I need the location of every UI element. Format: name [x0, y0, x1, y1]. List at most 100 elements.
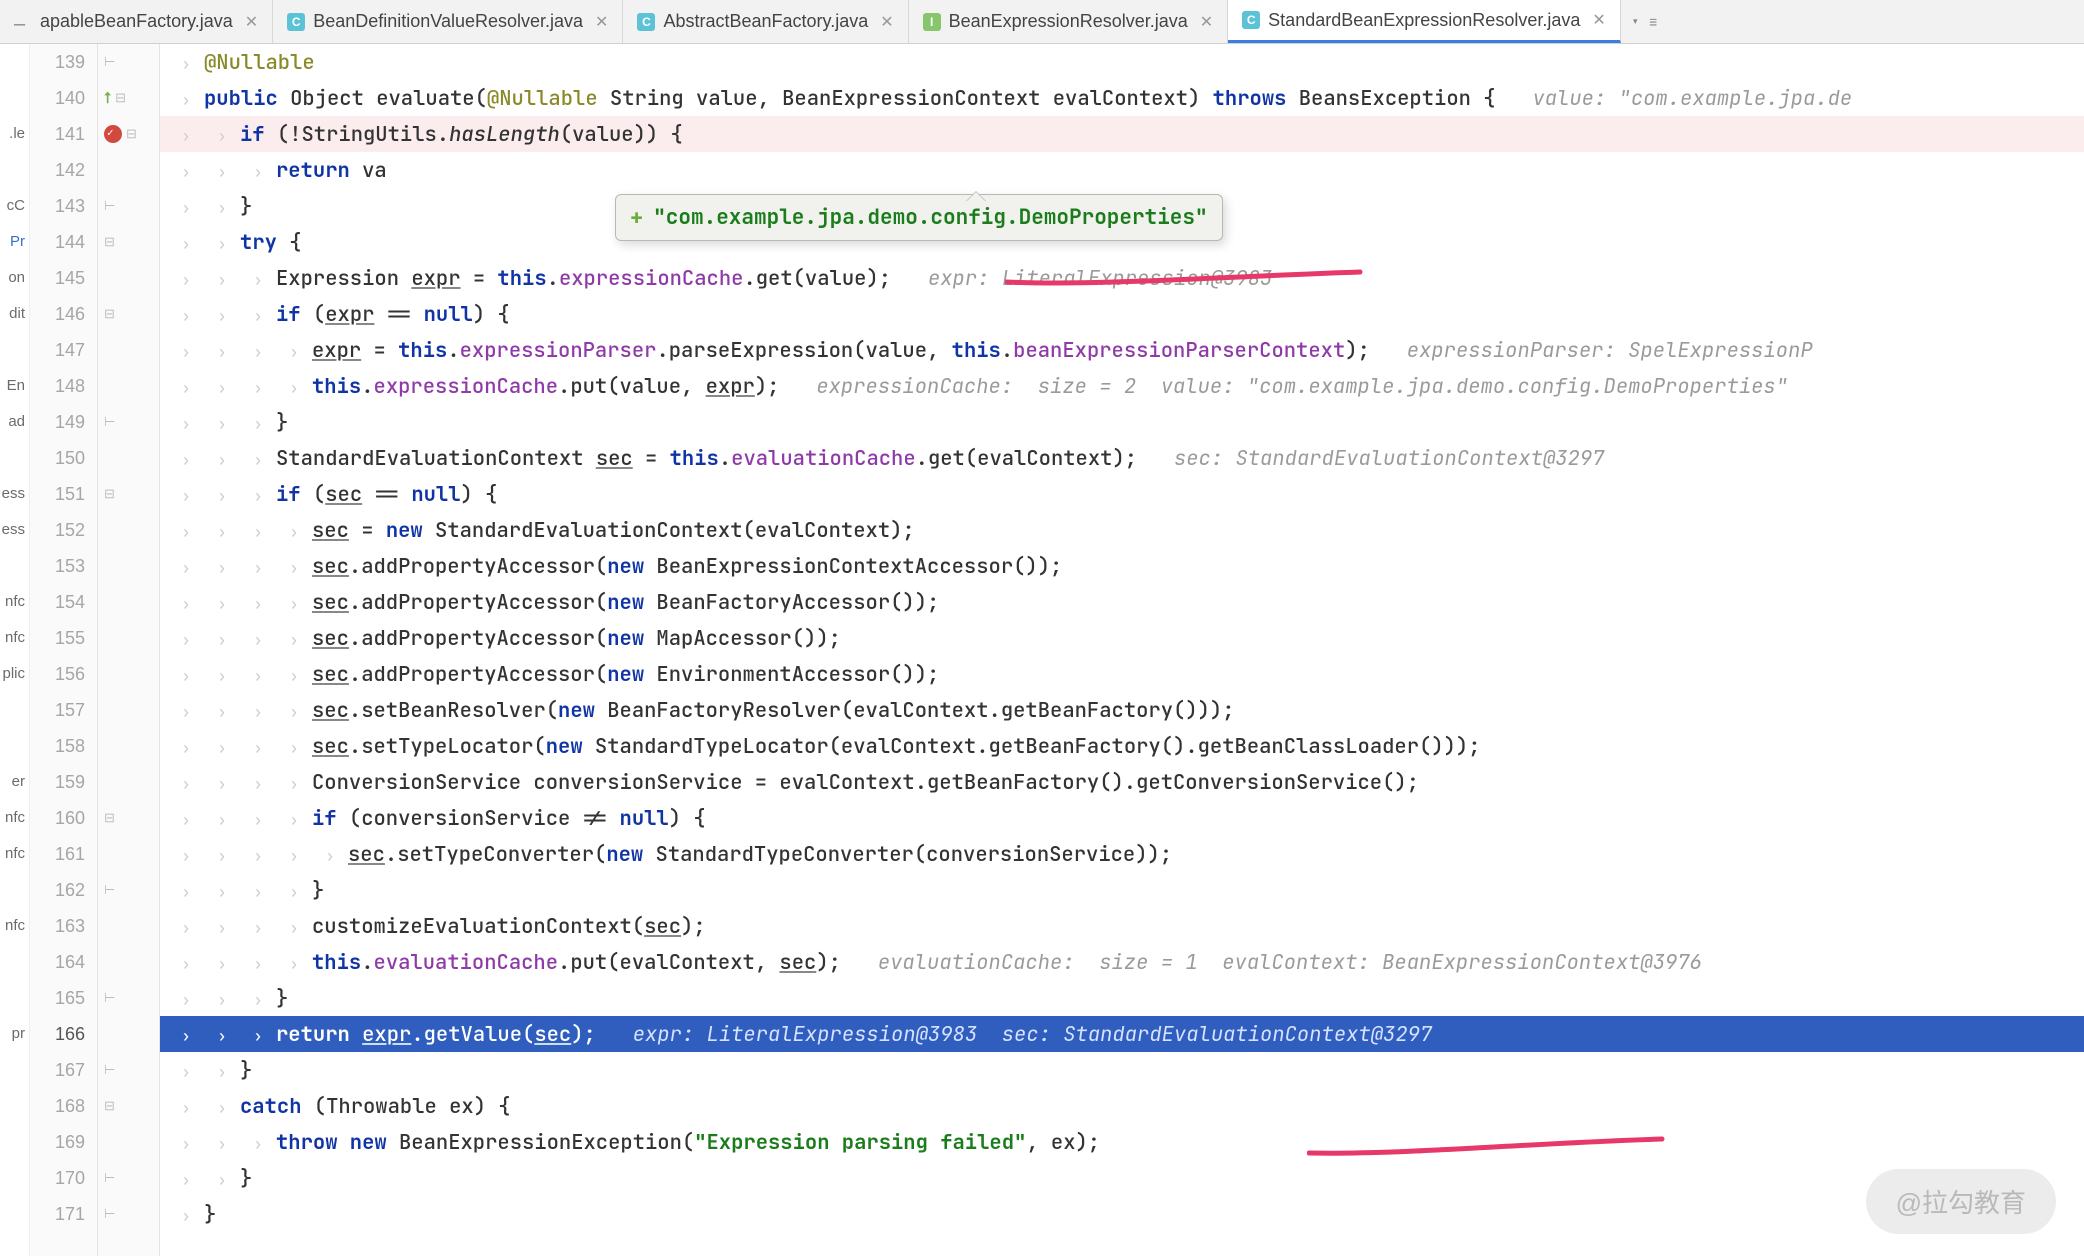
- fold-open-icon[interactable]: ⊟: [126, 126, 137, 142]
- line-number[interactable]: 142: [30, 152, 97, 188]
- line-number[interactable]: 170: [30, 1160, 97, 1196]
- expand-icon[interactable]: +: [630, 203, 643, 232]
- line-number[interactable]: 167: [30, 1052, 97, 1088]
- gutter-markers[interactable]: ⊟: [98, 116, 159, 152]
- code-line[interactable]: ›››return va: [160, 157, 387, 184]
- debug-value-tooltip[interactable]: + "com.example.jpa.demo.config.DemoPrope…: [615, 194, 1223, 241]
- close-icon[interactable]: ✕: [595, 12, 608, 32]
- code-line[interactable]: ›@Nullable: [160, 49, 315, 76]
- fold-open-icon[interactable]: ⊟: [104, 810, 115, 826]
- gutter-markers[interactable]: [98, 440, 159, 476]
- code-line[interactable]: ››}: [160, 193, 252, 220]
- code-line[interactable]: ›››}: [160, 985, 288, 1012]
- code-line[interactable]: ›››››sec.setTypeConverter(new StandardTy…: [160, 841, 1172, 868]
- code-line[interactable]: ››››expr = this.expressionParser.parseEx…: [160, 337, 1813, 364]
- code-line[interactable]: ›}: [160, 1201, 216, 1228]
- tab-abstractbeanfactory-java[interactable]: CAbstractBeanFactory.java✕: [623, 0, 908, 43]
- code-line[interactable]: ›››}: [160, 409, 288, 436]
- line-number[interactable]: 161: [30, 836, 97, 872]
- line-number[interactable]: 145: [30, 260, 97, 296]
- code-line[interactable]: ›››if (sec == null) {: [160, 481, 497, 508]
- gutter-markers[interactable]: ⊢: [98, 44, 159, 80]
- code-line[interactable]: ››catch (Throwable ex) {: [160, 1093, 511, 1120]
- line-number[interactable]: 143: [30, 188, 97, 224]
- close-icon[interactable]: ✕: [245, 12, 258, 32]
- code-line[interactable]: ›››if (expr == null) {: [160, 301, 510, 328]
- gutter-markers[interactable]: [98, 332, 159, 368]
- line-number[interactable]: 154: [30, 584, 97, 620]
- fold-marker-gutter[interactable]: ⊢⭡⊟⊟⊢⊟⊟⊢⊟⊟⊢⊢⊢⊟⊢⊢: [98, 44, 160, 1256]
- line-number[interactable]: 148: [30, 368, 97, 404]
- line-number[interactable]: 147: [30, 332, 97, 368]
- tab-standardbeanexpressionresolver-java[interactable]: CStandardBeanExpressionResolver.java✕: [1228, 0, 1621, 43]
- gutter-markers[interactable]: ⊢: [98, 1052, 159, 1088]
- gutter-markers[interactable]: [98, 584, 159, 620]
- fold-close-icon[interactable]: ⊢: [104, 198, 115, 214]
- close-icon[interactable]: ✕: [1592, 10, 1605, 30]
- code-line[interactable]: ››››sec = new StandardEvaluationContext(…: [160, 517, 915, 544]
- line-number[interactable]: 156: [30, 656, 97, 692]
- gutter-markers[interactable]: [98, 764, 159, 800]
- line-number-gutter[interactable]: 1391401411421431441451461471481491501511…: [30, 44, 98, 1256]
- line-number[interactable]: 146: [30, 296, 97, 332]
- fold-open-icon[interactable]: ⊟: [104, 234, 115, 250]
- line-number[interactable]: 153: [30, 548, 97, 584]
- override-up-icon[interactable]: ⭡: [104, 88, 111, 108]
- fold-close-icon[interactable]: ⊢: [104, 990, 115, 1006]
- line-number[interactable]: 141: [30, 116, 97, 152]
- gutter-markers[interactable]: [98, 260, 159, 296]
- tab-beandefinitionvalueresolver-java[interactable]: CBeanDefinitionValueResolver.java✕: [273, 0, 623, 43]
- fold-open-icon[interactable]: ⊟: [104, 486, 115, 502]
- line-number[interactable]: 158: [30, 728, 97, 764]
- tab-beanexpressionresolver-java[interactable]: IBeanExpressionResolver.java✕: [909, 0, 1229, 43]
- code-line[interactable]: ››}: [160, 1057, 252, 1084]
- line-number[interactable]: 149: [30, 404, 97, 440]
- fold-close-icon[interactable]: ⊢: [104, 1206, 115, 1222]
- gutter-markers[interactable]: ⊟: [98, 1088, 159, 1124]
- line-number[interactable]: 171: [30, 1196, 97, 1232]
- code-line[interactable]: ›››StandardEvaluationContext sec = this.…: [160, 445, 1604, 472]
- gutter-markers[interactable]: [98, 944, 159, 980]
- code-line[interactable]: ››}: [160, 1165, 252, 1192]
- line-number[interactable]: 163: [30, 908, 97, 944]
- line-number[interactable]: 165: [30, 980, 97, 1016]
- code-line[interactable]: ››››sec.addPropertyAccessor(new Environm…: [160, 661, 939, 688]
- gutter-markers[interactable]: ⊢: [98, 188, 159, 224]
- line-number[interactable]: 159: [30, 764, 97, 800]
- line-number[interactable]: 155: [30, 620, 97, 656]
- fold-open-icon[interactable]: ⊟: [115, 90, 126, 106]
- gutter-markers[interactable]: [98, 512, 159, 548]
- fold-open-icon[interactable]: ⊟: [104, 1098, 115, 1114]
- gutter-markers[interactable]: [98, 152, 159, 188]
- fold-close-icon[interactable]: ⊢: [104, 414, 115, 430]
- gutter-markers[interactable]: ⊢: [98, 980, 159, 1016]
- gutter-markers[interactable]: ⊢: [98, 872, 159, 908]
- line-number[interactable]: 139: [30, 44, 97, 80]
- code-line[interactable]: ››››this.evaluationCache.put(evalContext…: [160, 949, 1702, 976]
- tabs-overflow-menu[interactable]: ▾ ≡: [1621, 0, 1668, 43]
- line-number[interactable]: 152: [30, 512, 97, 548]
- line-number[interactable]: 140: [30, 80, 97, 116]
- gutter-markers[interactable]: ⊢: [98, 1160, 159, 1196]
- line-number[interactable]: 162: [30, 872, 97, 908]
- gutter-markers[interactable]: [98, 692, 159, 728]
- code-line[interactable]: ››››sec.addPropertyAccessor(new BeanExpr…: [160, 553, 1062, 580]
- fold-close-icon[interactable]: ⊢: [104, 882, 115, 898]
- line-number[interactable]: 151: [30, 476, 97, 512]
- gutter-markers[interactable]: [98, 548, 159, 584]
- close-icon[interactable]: ✕: [880, 12, 893, 32]
- gutter-markers[interactable]: ⭡⊟: [98, 80, 159, 116]
- code-line[interactable]: ››››sec.setTypeLocator(new StandardTypeL…: [160, 733, 1481, 760]
- fold-close-icon[interactable]: ⊢: [104, 1062, 115, 1078]
- code-line[interactable]: ››››sec.addPropertyAccessor(new MapAcces…: [160, 625, 841, 652]
- fold-open-icon[interactable]: ⊟: [104, 306, 115, 322]
- code-line[interactable]: ››››sec.setBeanResolver(new BeanFactoryR…: [160, 697, 1235, 724]
- code-line[interactable]: ››try {: [160, 229, 302, 256]
- code-line[interactable]: ››››ConversionService conversionService …: [160, 769, 1419, 796]
- tab-apablebeanfactory-java[interactable]: –apableBeanFactory.java✕: [0, 0, 273, 43]
- fold-close-icon[interactable]: ⊢: [104, 54, 115, 70]
- code-line[interactable]: ››››if (conversionService != null) {: [160, 805, 706, 832]
- code-line[interactable]: ›public Object evaluate(@Nullable String…: [160, 85, 1852, 112]
- gutter-markers[interactable]: ⊟: [98, 476, 159, 512]
- gutter-markers[interactable]: ⊢: [98, 1196, 159, 1232]
